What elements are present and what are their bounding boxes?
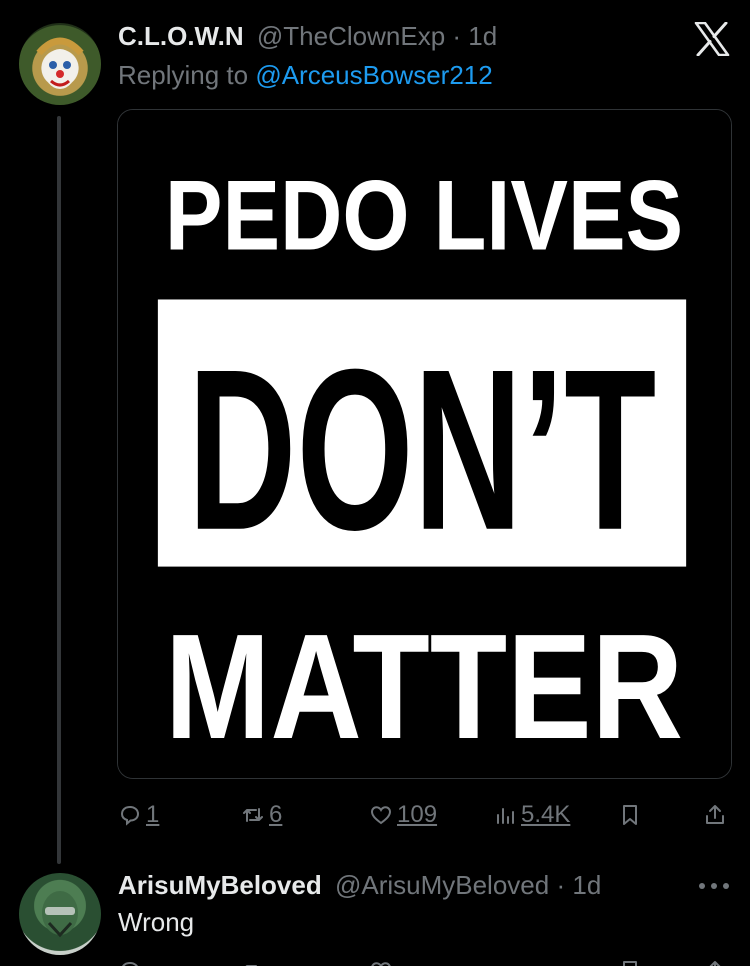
bookmark-icon [623,961,637,966]
reply-count: 1 [146,801,160,828]
heart-icon [370,806,392,825]
reply-button[interactable]: 1 [118,798,159,832]
reply2-reply-button[interactable] [118,954,142,966]
reply2-share-button[interactable] [703,954,727,966]
like-button[interactable]: 109 [369,798,437,832]
reply-text: Wrong [118,907,195,937]
user-handle[interactable]: @TheClownExp [257,21,445,51]
masked-rider-avatar-icon [42,891,78,938]
retweet-icon [243,808,263,822]
timestamp[interactable]: 1d [468,21,497,51]
share-button[interactable] [703,798,727,832]
replying-to-handle-link[interactable]: @ArceusBowser212 [255,60,492,90]
like-count: 109 [397,801,438,828]
thread-connector-line [57,116,61,864]
retweet-icon [245,965,257,966]
replying-to: Replying to @ArceusBowser212 [118,60,493,91]
media-line-1: PEDO LIVES [165,161,683,272]
reply-header: ArisuMyBeloved @ArisuMyBeloved · 1d [118,870,601,901]
reply-separator-dot: · [556,870,566,900]
reply-timestamp[interactable]: 1d [572,870,601,900]
replying-to-label: Replying to [118,60,249,90]
reply-avatar[interactable] [19,873,101,955]
share-icon [709,961,721,966]
reply-icon [120,805,140,826]
media-line-2: DON’T [188,321,656,578]
tweet-header: C.L.O.W.N @TheClownExp · 1d [118,21,497,52]
reply2-like-button[interactable] [369,954,393,966]
media-graphic: PEDO LIVES DON’T MATTER [118,110,731,778]
retweet-button[interactable]: 6 [241,798,282,832]
share-icon [706,805,724,824]
retweet-count: 6 [269,801,283,828]
bookmark-icon [623,805,637,825]
separator-dot: · [452,21,462,51]
x-logo-icon[interactable] [694,22,730,56]
tweet-media-image[interactable]: PEDO LIVES DON’T MATTER [117,109,732,779]
reply-actions [118,954,732,966]
views-button[interactable]: 5.4K [493,798,570,832]
display-name[interactable]: C.L.O.W.N [118,21,244,51]
tweet-actions: 1 6 109 5.4K [118,798,732,832]
bookmark-button[interactable] [618,798,642,832]
view-count: 5.4K [521,801,571,828]
reply2-bookmark-button[interactable] [618,954,642,966]
reply-icon [122,961,138,966]
media-line-3: MATTER [165,603,683,770]
reply2-retweet-button[interactable] [241,954,265,966]
more-options-icon[interactable] [696,878,732,894]
views-bar-chart-icon [497,808,514,824]
clown-avatar-icon [36,37,84,89]
heart-icon [371,962,391,966]
avatar[interactable] [19,23,101,105]
reply-user-handle[interactable]: @ArisuMyBeloved [335,870,549,900]
reply-display-name[interactable]: ArisuMyBeloved [118,870,322,900]
